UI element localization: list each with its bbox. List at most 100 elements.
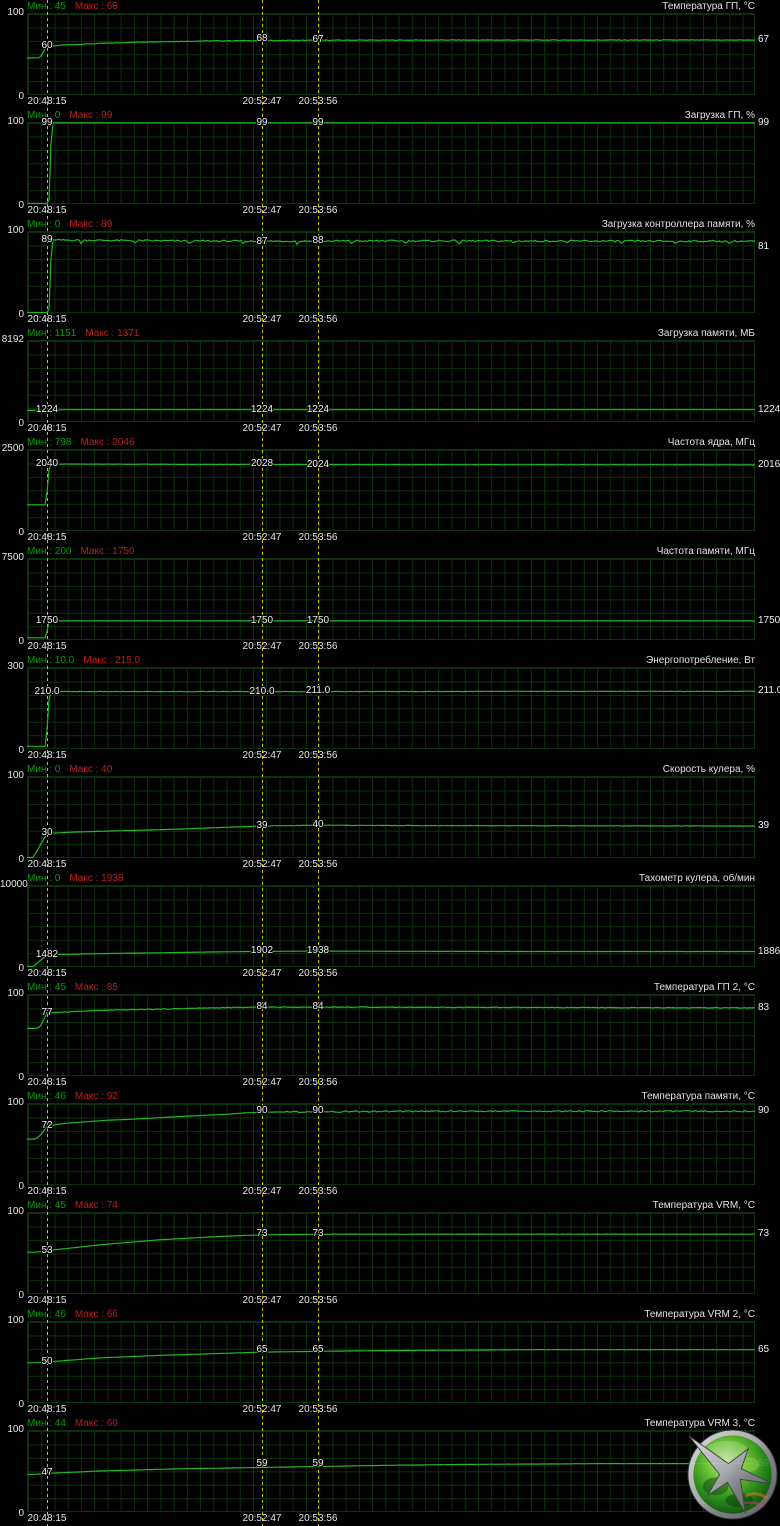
time-tick-label: 20:53:56 xyxy=(298,1404,338,1415)
time-tick-label: 20:53:56 xyxy=(298,314,338,325)
data-point-label: 210.0 xyxy=(249,685,275,697)
time-tick-label: 20:52:47 xyxy=(242,859,282,870)
y-axis-max-label: 8192 xyxy=(1,334,24,345)
monitor-graph: Мин : 46 Макс : 66 Температура VRM 2, °C … xyxy=(0,1308,780,1417)
y-axis-max-label: 100 xyxy=(7,988,24,999)
data-line xyxy=(27,463,755,506)
time-tick-label: 20:53:56 xyxy=(298,96,338,107)
y-axis-max-label: 2500 xyxy=(1,443,24,454)
data-point-label: 1750 xyxy=(250,614,274,626)
monitor-graph: Мин : 10.0 Макс : 215.0 Энергопотребление… xyxy=(0,654,780,763)
data-point-label: 1224 xyxy=(35,403,59,415)
data-point-label: 77 xyxy=(41,1006,53,1018)
data-point-label: 40 xyxy=(312,819,324,831)
graph-header: Мин : 200 Макс : 1750 Частота памяти, МГц xyxy=(27,546,755,557)
max-value-label: Макс : 2046 xyxy=(80,437,135,448)
data-point-label: 84 xyxy=(256,1001,268,1013)
data-line xyxy=(27,409,755,412)
y-axis-zero-label: 0 xyxy=(18,1181,24,1192)
time-tick-label: 20:52:47 xyxy=(242,641,282,652)
data-point-label: 88 xyxy=(312,234,324,246)
time-tick-label: 20:52:47 xyxy=(242,1404,282,1415)
y-axis-zero-label: 0 xyxy=(18,1072,24,1083)
data-line xyxy=(26,39,756,59)
min-value-label: Мин : 10.0 xyxy=(27,655,75,666)
time-tick-label: 20:48:15 xyxy=(27,1186,67,1197)
y-axis-zero-label: 0 xyxy=(18,636,24,647)
current-value-label: 73 xyxy=(758,1228,770,1240)
graph-header: Мин : 1151 Макс : 1371 Загрузка памяти, М… xyxy=(27,328,755,339)
data-line xyxy=(27,1006,756,1030)
data-point-label: 89 xyxy=(41,234,53,246)
max-value-label: Макс : 66 xyxy=(74,1309,118,1320)
min-value-label: Мин : 798 xyxy=(27,437,72,448)
data-point-label: 1750 xyxy=(306,614,330,626)
y-axis-zero-label: 0 xyxy=(18,527,24,538)
graph-header: Мин : 46 Макс : 66 Температура VRM 2, °C xyxy=(27,1309,755,1320)
data-point-label: 65 xyxy=(312,1343,324,1355)
data-point-label: 39 xyxy=(256,820,268,832)
y-axis-zero-label: 0 xyxy=(18,963,24,974)
time-tick-label: 20:52:47 xyxy=(242,1295,282,1306)
monitor-graph: Мин : 46 Макс : 92 Температура памяти, °C… xyxy=(0,1090,780,1199)
current-value-label: 1886 xyxy=(758,945,780,957)
monitor-graph: Мин : 0 Макс : 99 Загрузка ГП, % 100 0 20… xyxy=(0,109,780,218)
max-value-label: Макс : 99 xyxy=(69,110,113,121)
y-axis-max-label: 100 xyxy=(7,1206,24,1217)
monitor-graph: Мин : 1151 Макс : 1371 Загрузка памяти, М… xyxy=(0,327,780,436)
data-point-label: 65 xyxy=(256,1343,268,1355)
data-point-label: 47 xyxy=(41,1467,53,1479)
y-axis-max-label: 100 xyxy=(7,225,24,236)
monitor-graph: Мин : 0 Макс : 1938 Тахометр кулера, об/м… xyxy=(0,872,780,981)
data-point-label: 73 xyxy=(312,1228,324,1240)
data-point-label: 84 xyxy=(312,1001,324,1013)
graph-title: Энергопотребление, Вт xyxy=(646,655,755,666)
graph-header: Мин : 0 Макс : 99 Загрузка ГП, % xyxy=(27,110,755,121)
data-line xyxy=(27,1462,755,1475)
time-tick-label: 20:53:56 xyxy=(298,423,338,434)
current-value-label: 90 xyxy=(758,1105,770,1117)
time-tick-label: 20:53:56 xyxy=(298,1513,338,1524)
graph-header: Мин : 798 Макс : 2046 Частота ядра, МГц xyxy=(27,437,755,448)
data-point-label: 50 xyxy=(41,1356,53,1367)
time-tick-label: 20:53:56 xyxy=(298,641,338,652)
current-value-label: 83 xyxy=(758,1001,770,1013)
data-point-label: 59 xyxy=(256,1457,268,1469)
data-point-label: 210.0 xyxy=(34,685,60,697)
max-value-label: Макс : 92 xyxy=(74,1091,118,1102)
time-tick-label: 20:48:15 xyxy=(27,423,67,434)
time-tick-label: 20:48:15 xyxy=(27,532,67,543)
data-point-label: 67 xyxy=(312,34,324,46)
data-line xyxy=(27,122,755,205)
y-axis-max-label: 100 xyxy=(7,770,24,781)
min-value-label: Мин : 200 xyxy=(27,546,72,557)
data-line xyxy=(27,1233,756,1253)
time-tick-label: 20:48:15 xyxy=(27,968,67,979)
time-tick-label: 20:52:47 xyxy=(242,205,282,216)
data-point-label: 90 xyxy=(312,1105,324,1117)
graph-title: Скорость кулера, % xyxy=(662,764,755,775)
y-axis-zero-label: 0 xyxy=(18,309,24,320)
graph-title: Температура VRM, °C xyxy=(652,1200,755,1211)
y-axis-max-label: 10000 xyxy=(0,879,28,890)
data-line xyxy=(27,824,756,859)
time-tick-label: 20:52:47 xyxy=(242,1077,282,1088)
hardware-monitor-panel: Мин : 45 Макс : 68 Температура ГП, °C 100… xyxy=(0,0,780,1526)
graph-header: Мин : 45 Макс : 68 Температура ГП, °C xyxy=(27,1,755,12)
graph-header: Мин : 46 Макс : 92 Температура памяти, °C xyxy=(27,1091,755,1102)
monitor-graph: Мин : 45 Макс : 68 Температура ГП, °C 100… xyxy=(0,0,780,109)
monitor-graph: Мин : 798 Макс : 2046 Частота ядра, МГц 2… xyxy=(0,436,780,545)
min-value-label: Мин : 1151 xyxy=(27,328,77,339)
graph-header: Мин : 45 Макс : 85 Температура ГП 2, °C xyxy=(27,982,755,993)
y-axis-max-label: 100 xyxy=(7,1424,24,1435)
graph-header: Мин : 0 Макс : 89 Загрузка контроллера па… xyxy=(27,219,755,230)
data-line xyxy=(27,950,755,968)
y-axis-zero-label: 0 xyxy=(18,745,24,756)
data-point-label: 72 xyxy=(41,1119,53,1131)
min-value-label: Мин : 0 xyxy=(27,219,61,230)
max-value-label: Макс : 1938 xyxy=(69,873,124,884)
graph-header: Мин : 45 Макс : 74 Температура VRM, °C xyxy=(27,1200,755,1211)
y-axis-zero-label: 0 xyxy=(18,418,24,429)
time-tick-label: 20:53:56 xyxy=(298,859,338,870)
time-tick-label: 20:48:15 xyxy=(27,859,67,870)
